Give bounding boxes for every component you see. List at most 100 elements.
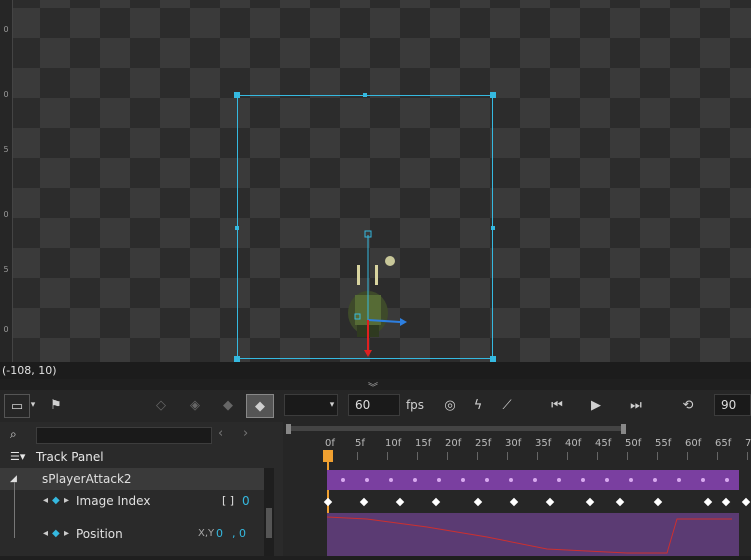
tick-label: 65f [715,438,732,449]
track-row-image-index[interactable]: ◂ ◆ ▸ Image Index [ ] 0 [0,490,264,512]
record-icon[interactable]: ◎ [440,394,460,416]
vertical-ruler: 0 0 5 0 5 0 [0,0,13,362]
track-row-sprite[interactable]: ◢ sPlayerAttack2 [0,468,264,490]
keyframe-diamond[interactable] [323,497,333,507]
track-row-position[interactable]: ◂ ◆ ▸ Position X,Y 0 , 0 [0,512,264,556]
tick-label: 35f [535,438,552,449]
prev-key-icon[interactable]: ◂ [43,490,48,512]
tick-mark [717,452,718,460]
tick-mark [507,452,508,460]
keyframe-diamond[interactable] [359,497,369,507]
frame-dot [533,478,537,482]
keyframe-diamond[interactable] [473,497,483,507]
search-input[interactable] [36,427,212,444]
sort-icon[interactable]: ☰▾ [10,446,25,468]
frame-dot [509,478,513,482]
keyframe-remove-icon[interactable]: ◈ [184,394,206,416]
frame-dot [629,478,633,482]
keyframe-icon[interactable]: ◆ [246,394,274,418]
playhead-handle[interactable] [323,450,333,462]
prev-key-icon[interactable]: ◂ [43,512,48,556]
end-frame-input[interactable]: 90 [714,394,751,416]
tick-mark [747,452,748,460]
resize-handle-tl[interactable] [234,92,240,98]
play-icon[interactable]: ▶ [585,394,607,416]
mirror-icon[interactable]: ◇ [150,394,172,416]
position-curve[interactable] [326,513,739,556]
keyframe-add-icon[interactable]: ◆ [217,394,239,416]
dropdown-chevron-icon[interactable]: ▾ [326,394,338,416]
search-row: ⌕ ‹ › [0,422,283,446]
track-scrollbar[interactable] [264,468,274,556]
prev-result-icon[interactable]: ‹ [218,426,223,441]
keyframe-diamond[interactable] [721,497,731,507]
panel-toggle-button[interactable]: ▭ [4,394,30,418]
key-diamond-icon[interactable]: ◆ [52,490,60,512]
tick-mark [477,452,478,460]
tick-mark [387,452,388,460]
position-y-value[interactable]: , 0 [232,512,246,556]
scrollbar-thumb[interactable] [266,508,272,538]
room-canvas[interactable]: 0 0 5 0 5 0 [0,0,751,362]
range-slider[interactable] [289,426,623,431]
curve-icon[interactable]: ⟋ [496,394,518,416]
flag-icon[interactable]: ⚑ [46,394,66,416]
lightning-icon[interactable]: ϟ [470,394,486,416]
tick-mark [417,452,418,460]
keyframe-diamond[interactable] [741,497,751,507]
resize-handle-tr[interactable] [490,92,496,98]
chevron-down-icon[interactable]: ▾ [28,394,38,416]
frame-dot [365,478,369,482]
resize-handle-left[interactable] [235,226,239,230]
frame-dot [485,478,489,482]
timeline-ruler[interactable]: 0f 5f 10f 15f 20f 25f 30f 35f 40f 45f 50f 55f 60f 65f… [283,422,751,468]
frame-dot [437,478,441,482]
tick-mark [567,452,568,460]
first-frame-icon[interactable]: ⏮ [546,394,568,416]
fps-input[interactable]: 60 [348,394,400,416]
range-start-handle[interactable] [286,424,291,434]
keyframe-diamond[interactable] [615,497,625,507]
fps-label: fps [405,398,425,412]
keyframe-diamond[interactable] [703,497,713,507]
track-panel: ⌕ ‹ › ☰▾ Track Panel ◢ sPlayerAttack2 ◂ … [0,422,283,556]
frame-dot [341,478,345,482]
range-end-handle[interactable] [621,424,626,434]
track-panel-header[interactable]: ☰▾ Track Panel [0,446,283,468]
keyframe-diamond[interactable] [431,497,441,507]
frame-dot [605,478,609,482]
keyframe-diamond[interactable] [509,497,519,507]
resize-handle-right[interactable] [491,226,495,230]
tick-label: 50f [625,438,642,449]
keyframe-diamond[interactable] [545,497,555,507]
tick-label: 15f [415,438,432,449]
key-diamond-icon[interactable]: ◆ [52,512,60,556]
tick-mark [537,452,538,460]
frame-dot [413,478,417,482]
tick-mark [357,452,358,460]
next-result-icon[interactable]: › [243,426,248,441]
tick-label: 40f [565,438,582,449]
tick-label: 25f [475,438,492,449]
tick-mark [657,452,658,460]
position-x-value[interactable]: 0 [216,512,223,556]
keyframe-diamond[interactable] [585,497,595,507]
tick-label: 20f [445,438,462,449]
last-frame-icon[interactable]: ⏭ [625,394,647,416]
frame-dot [557,478,561,482]
timeline-area[interactable]: 0f 5f 10f 15f 20f 25f 30f 35f 40f 45f 50f 55f 60f 65f… [283,422,751,556]
resize-handle-top[interactable] [363,93,367,97]
keyframe-diamond[interactable] [395,497,405,507]
keyframe-diamond[interactable] [653,497,663,507]
cursor-coordinates: (-108, 10) [0,362,751,379]
image-index-value[interactable]: 0 [242,490,250,512]
next-key-icon[interactable]: ▸ [64,490,69,512]
tick-mark [687,452,688,460]
sprite-player[interactable] [335,225,415,360]
tick-label: 60f [685,438,702,449]
tick-label: 30f [505,438,522,449]
tick-mark [627,452,628,460]
next-key-icon[interactable]: ▸ [64,512,69,556]
loop-icon[interactable]: ⟲ [677,394,699,416]
sequence-toolbar: ▭ ▾ ⚑ ◇ ◈ ◆ ◆ ▾ 60 fps ◎ ϟ ⟋ ⏮ ▶ ⏭ ⟲ 90 [0,390,751,422]
